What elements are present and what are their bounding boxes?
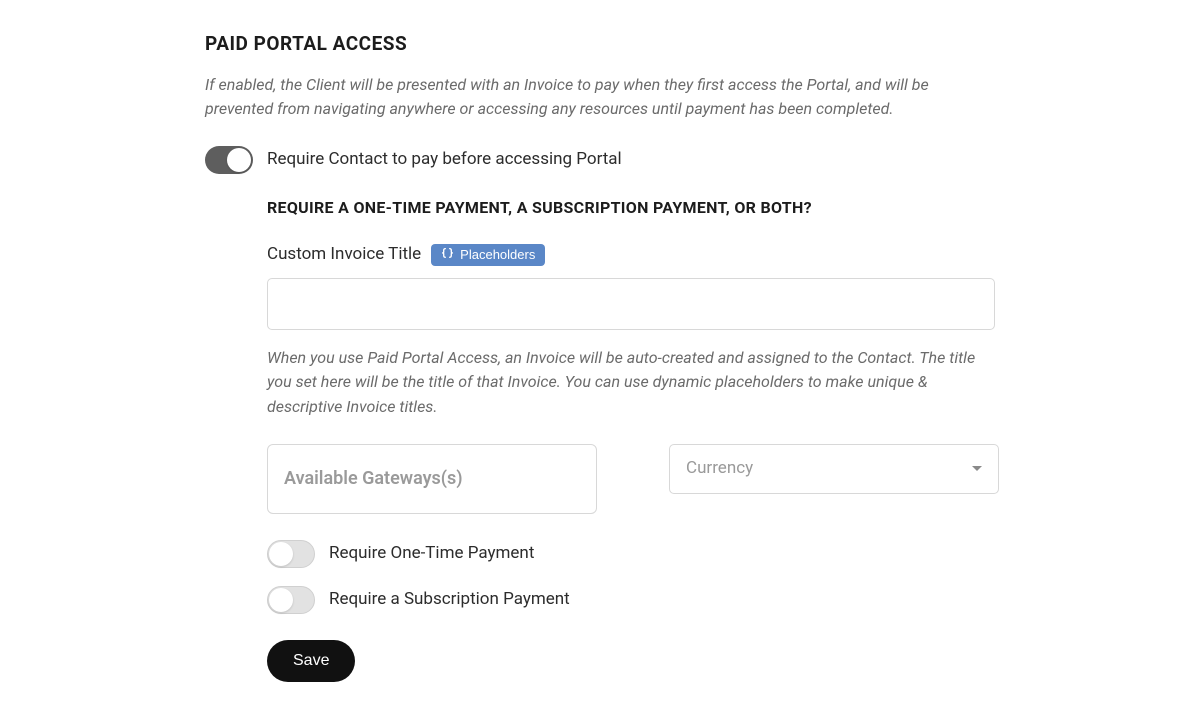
chevron-down-icon — [972, 466, 982, 471]
invoice-title-input[interactable] — [267, 278, 995, 330]
one-time-payment-row: Require One-Time Payment — [267, 540, 995, 568]
paid-portal-access-section: PAID PORTAL ACCESS If enabled, the Clien… — [205, 0, 995, 722]
one-time-payment-label: Require One-Time Payment — [329, 541, 534, 567]
invoice-title-label-row: Custom Invoice Title Placeholders — [267, 242, 995, 268]
available-gateways-select[interactable]: Available Gateways(s) — [267, 444, 597, 514]
section-description: If enabled, the Client will be presented… — [205, 73, 995, 123]
toggle-knob — [269, 588, 293, 612]
require-payment-label: Require Contact to pay before accessing … — [267, 147, 622, 173]
toggle-knob — [227, 148, 251, 172]
toggle-knob — [269, 542, 293, 566]
gateway-currency-row: Available Gateways(s) Currency — [267, 444, 995, 514]
invoice-title-help: When you use Paid Portal Access, an Invo… — [267, 346, 995, 420]
placeholders-button[interactable]: Placeholders — [431, 244, 545, 266]
available-gateways-placeholder: Available Gateways(s) — [284, 465, 463, 492]
section-title: PAID PORTAL ACCESS — [205, 30, 995, 59]
payment-settings-panel: REQUIRE A ONE-TIME PAYMENT, A SUBSCRIPTI… — [205, 196, 995, 682]
subscription-payment-toggle[interactable] — [267, 586, 315, 614]
subscription-payment-label: Require a Subscription Payment — [329, 587, 570, 613]
payment-type-heading: REQUIRE A ONE-TIME PAYMENT, A SUBSCRIPTI… — [267, 196, 995, 220]
save-button[interactable]: Save — [267, 640, 355, 682]
require-payment-toggle-row: Require Contact to pay before accessing … — [205, 146, 995, 174]
one-time-payment-toggle[interactable] — [267, 540, 315, 568]
invoice-title-label: Custom Invoice Title — [267, 242, 421, 268]
require-payment-toggle[interactable] — [205, 146, 253, 174]
placeholders-button-label: Placeholders — [460, 247, 535, 262]
subscription-payment-row: Require a Subscription Payment — [267, 586, 995, 614]
currency-select[interactable]: Currency — [669, 444, 999, 494]
braces-icon — [441, 247, 454, 263]
currency-placeholder: Currency — [686, 456, 753, 482]
